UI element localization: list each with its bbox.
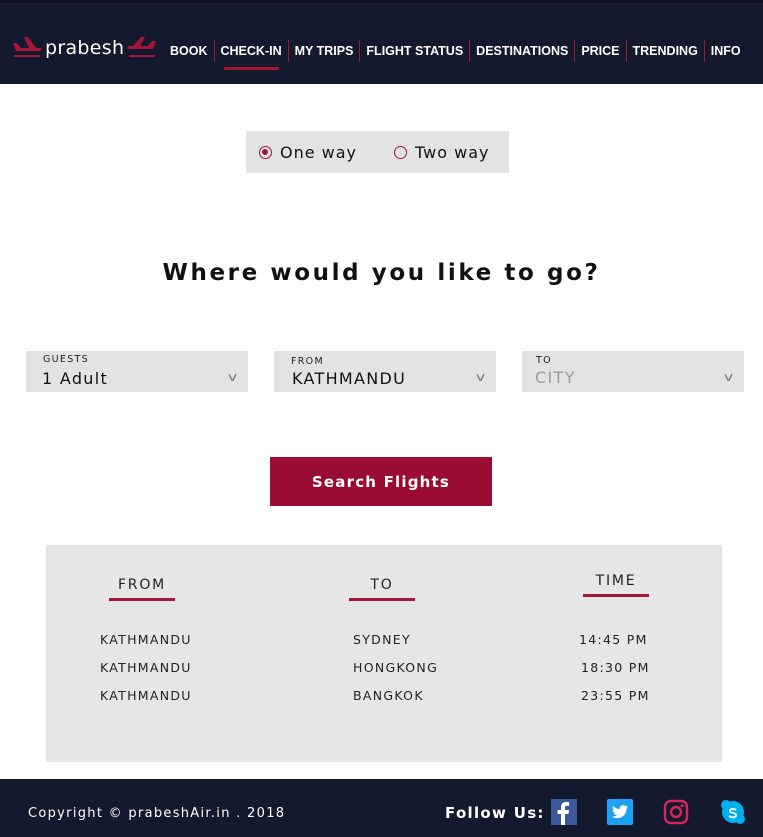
col-header-from-label: FROM (117, 577, 167, 593)
trip-type-toggle: One way Two way (246, 131, 509, 173)
skype-icon[interactable] (720, 799, 746, 825)
col-header-to: TO (349, 577, 415, 601)
guests-select[interactable]: GUESTS 1 Adult v (26, 351, 248, 392)
row2-to: HONGKONG (353, 660, 439, 675)
departure-plane-icon (13, 37, 42, 57)
chevron-down-icon: v (475, 370, 486, 384)
instagram-icon[interactable] (663, 799, 689, 825)
row2-time: 18:30 PM (581, 660, 650, 675)
row3-to: BANGKOK (353, 688, 424, 703)
guests-value: 1 Adult (42, 369, 109, 388)
page-headline: Where would you like to go? (162, 260, 601, 286)
row1-time: 14:45 PM (579, 632, 648, 647)
row1-to: SYDNEY (353, 632, 411, 647)
arrival-plane-icon (127, 37, 157, 57)
col-header-from: FROM (109, 577, 175, 601)
col-header-time: TIME (583, 573, 649, 597)
two-way-option[interactable]: Two way (394, 143, 489, 162)
search-flights-button[interactable]: Search Flights (270, 457, 492, 506)
copyright-text: Copyright © prabeshAir.in . 2018 (28, 806, 286, 821)
nav-info[interactable]: INFO (703, 40, 747, 62)
one-way-label: One way (280, 142, 358, 162)
row3-time: 23:55 PM (581, 688, 650, 703)
header-underline (349, 598, 415, 601)
flight-schedule: FROM TO TIME KATHMANDU SYDNEY 14:45 PM K… (46, 545, 722, 762)
header-underline (583, 594, 649, 597)
site-footer: Copyright © prabeshAir.in . 2018 Follow … (0, 779, 763, 837)
from-select[interactable]: FROM KATHMANDU v (274, 351, 496, 392)
nav-check-in[interactable]: CHECK-IN (213, 40, 288, 70)
facebook-icon[interactable] (551, 799, 577, 825)
twitter-icon[interactable] (607, 799, 633, 825)
nav-destinations[interactable]: DESTINATIONS (469, 40, 574, 62)
row2-from: KATHMANDU (100, 660, 192, 675)
chevron-down-icon: v (723, 370, 734, 384)
two-way-label: Two way (415, 142, 490, 162)
guests-label: GUESTS (43, 354, 89, 365)
nav-my-trips[interactable]: MY TRIPS (287, 40, 360, 62)
from-label: FROM (291, 356, 324, 367)
top-navbar: prabesh BOOK CHECK-IN MY TRIPS FLIGHT ST… (0, 0, 763, 84)
to-label: TO (536, 355, 552, 366)
nav-price[interactable]: PRICE (574, 40, 625, 62)
from-value: KATHMANDU (292, 369, 407, 388)
chevron-down-icon: v (227, 370, 238, 384)
col-header-time-label: TIME (595, 573, 637, 589)
to-select[interactable]: TO CITY v (522, 351, 744, 392)
to-placeholder: CITY (535, 368, 576, 387)
one-way-option[interactable]: One way (259, 143, 357, 162)
one-way-radio[interactable] (259, 145, 272, 159)
brand-name: prabesh (45, 37, 125, 59)
col-header-to-label: TO (370, 577, 394, 593)
main-nav: BOOK CHECK-IN MY TRIPS FLIGHT STATUS DES… (164, 40, 747, 70)
nav-flight-status[interactable]: FLIGHT STATUS (359, 40, 469, 62)
nav-book[interactable]: BOOK (164, 40, 214, 62)
row3-from: KATHMANDU (100, 688, 192, 703)
row1-from: KATHMANDU (100, 632, 192, 647)
brand-logo[interactable]: prabesh (12, 37, 157, 59)
follow-us-label: Follow Us: (445, 804, 545, 822)
two-way-radio[interactable] (394, 145, 408, 159)
header-underline (109, 598, 175, 601)
nav-trending[interactable]: TRENDING (625, 40, 704, 62)
